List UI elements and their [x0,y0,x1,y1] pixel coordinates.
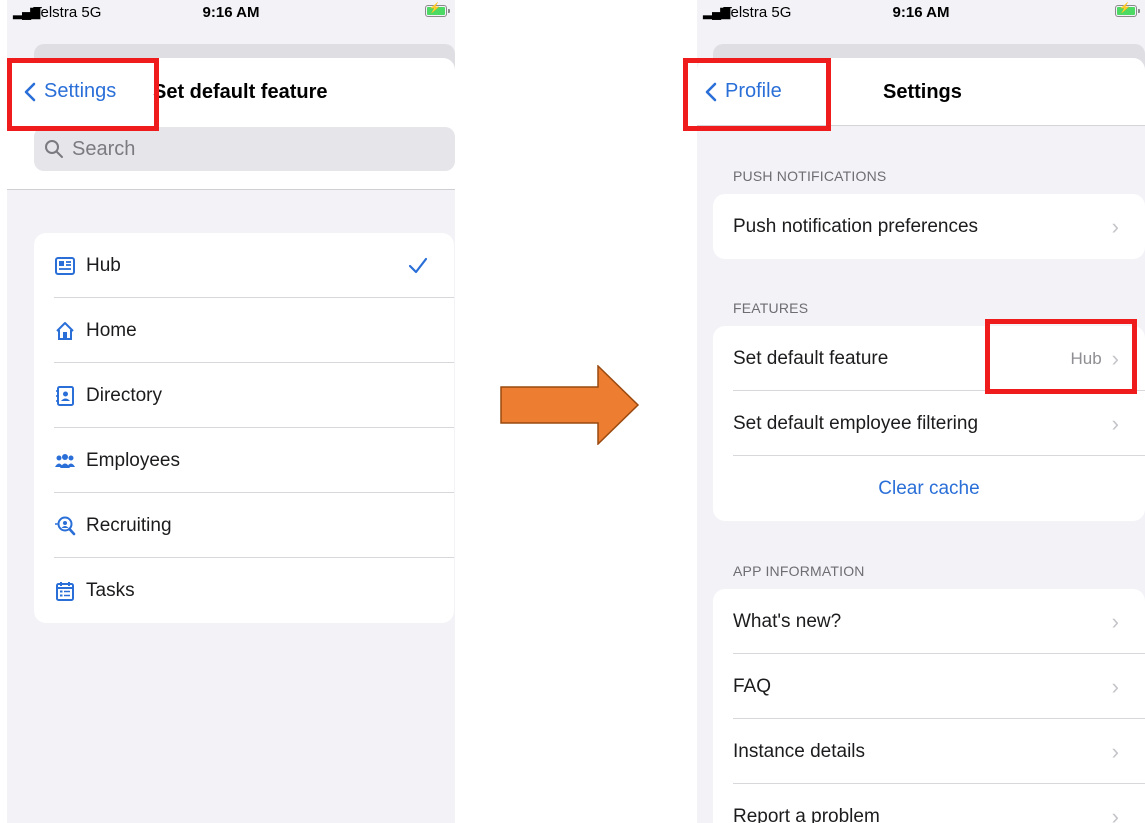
list-item-label: Home [86,319,137,341]
row-label: Push notification preferences [733,215,979,237]
whats-new-row[interactable]: What's new? › [713,589,1145,654]
row-label: Report a problem [733,805,880,823]
left-screen: ▂▄▆ Telstra 5G 9:16 AM ⚡ Settings Set de… [7,0,455,823]
row-label: Instance details [733,740,866,762]
section-header-app-info: APP INFORMATION [733,563,865,579]
chevron-right-icon: › [1111,410,1119,436]
report-problem-row[interactable]: Report a problem › [713,784,1145,823]
arrow-right-icon [500,365,640,445]
back-label: Settings [44,80,117,102]
chevron-right-icon: › [1111,345,1119,371]
charging-icon: ⚡ [428,3,441,14]
list-item-label: Recruiting [86,514,172,536]
chevron-right-icon: › [1111,738,1119,764]
list-item-label: Hub [86,254,121,276]
back-button-profile[interactable]: Profile [705,80,782,103]
navigation-bar: Profile Settings [697,58,1145,126]
search-placeholder: Search [72,137,136,160]
chevron-right-icon: › [1111,608,1119,634]
row-value: Hub [1070,348,1102,368]
clear-cache-label: Clear cache [878,477,980,499]
list-item-tasks[interactable]: Tasks [34,558,454,623]
page-title: Settings [883,81,962,103]
page-title: Set default feature [153,81,328,103]
checkmark-icon [408,257,428,273]
list-item-label: Employees [86,449,180,471]
chevron-left-icon [705,82,717,101]
list-item-employees[interactable]: Employees [34,428,454,493]
tasks-icon [54,580,76,602]
chevron-right-icon: › [1111,803,1119,823]
set-default-feature-row[interactable]: Set default feature Hub › [713,326,1145,391]
back-button-settings[interactable]: Settings [24,80,116,103]
section-header-features: FEATURES [733,300,809,316]
set-default-employee-filtering-row[interactable]: Set default employee filtering › [713,391,1145,456]
recruiting-icon [54,515,76,537]
right-screen: ▂▄▆ Telstra 5G 9:16 AM ⚡ Profile Setting… [697,0,1145,823]
features-group: Set default feature Hub › Set default em… [713,326,1145,521]
status-bar: ▂▄▆ Telstra 5G 9:16 AM ⚡ [697,0,1145,34]
row-label: What's new? [733,610,842,632]
faq-row[interactable]: FAQ › [713,654,1145,719]
instance-details-row[interactable]: Instance details › [713,719,1145,784]
list-item-label: Tasks [86,579,135,601]
employees-icon [54,450,76,472]
section-header-push: PUSH NOTIFICATIONS [733,168,887,184]
row-label: Set default employee filtering [733,412,979,434]
list-item-hub[interactable]: Hub [34,233,454,298]
push-group: Push notification preferences › [713,194,1145,259]
charging-icon: ⚡ [1118,3,1131,14]
feature-list: Hub Home Directory Employees Recruiting … [34,233,454,623]
list-item-home[interactable]: Home [34,298,454,363]
status-time: 9:16 AM [202,4,260,21]
back-label: Profile [725,80,782,102]
home-icon [54,320,76,342]
row-label: FAQ [733,675,772,697]
chevron-right-icon: › [1111,213,1119,239]
status-bar: ▂▄▆ Telstra 5G 9:16 AM ⚡ [7,0,455,34]
list-item-recruiting[interactable]: Recruiting [34,493,454,558]
app-info-group: What's new? › FAQ › Instance details › R… [713,589,1145,823]
search-icon [45,140,63,158]
hub-icon [54,255,76,277]
search-input[interactable]: Search [34,127,455,171]
list-item-directory[interactable]: Directory [34,363,454,428]
chevron-right-icon: › [1111,673,1119,699]
status-time: 9:16 AM [892,4,950,21]
list-item-label: Directory [86,384,163,406]
clear-cache-button[interactable]: Clear cache [713,456,1145,521]
chevron-left-icon [24,82,36,101]
row-label: Set default feature [733,347,889,369]
directory-icon [54,385,76,407]
push-preferences-row[interactable]: Push notification preferences › [713,194,1145,259]
